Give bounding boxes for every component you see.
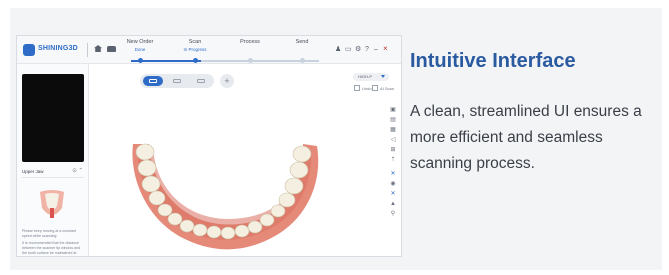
- step-scan[interactable]: Scan In Progress: [175, 39, 215, 52]
- tip-text: It is recommended that the distance betw…: [22, 241, 81, 255]
- camera-preview: [22, 74, 84, 162]
- toolbar-icon[interactable]: ◉: [387, 180, 399, 188]
- step-dot: [138, 58, 143, 63]
- left-panel: Upper Jaw ⊙ ⌃ Please keep moving at a co…: [17, 64, 89, 256]
- feature-headline: Intuitive Interface: [410, 50, 576, 72]
- scanner-icon[interactable]: [107, 46, 116, 52]
- bite-icon: [197, 79, 205, 83]
- step-process[interactable]: Process: [230, 39, 270, 45]
- toolbar-icon[interactable]: ✕: [387, 190, 399, 198]
- panel-header: Upper Jaw ⊙ ⌃: [22, 168, 84, 178]
- dropdown-value: HIGH-P: [358, 74, 372, 79]
- section-title: Upper Jaw: [22, 169, 44, 174]
- upper-jaw-icon: [149, 79, 157, 83]
- person-icon[interactable]: ♟: [335, 46, 341, 53]
- tip-text: Please keep moving at a constant speed w…: [22, 229, 76, 238]
- step-status: Done: [134, 47, 146, 52]
- step-name: New Order: [126, 39, 154, 45]
- collapse-icon[interactable]: ⊙ ⌃: [72, 168, 83, 174]
- feature-card: SHINING3D New Order Done Scan In Progres…: [10, 8, 662, 270]
- checkbox-undo[interactable]: Undo: [354, 85, 372, 91]
- view-toggle-bite[interactable]: [191, 76, 211, 86]
- toolbar-icon[interactable]: ▦: [387, 126, 399, 134]
- view-toggle-lower[interactable]: [167, 76, 187, 86]
- dental-arch-3d-model: [132, 143, 319, 250]
- toolbar-icon[interactable]: ✕: [387, 170, 399, 178]
- toolbar-icon[interactable]: ⚲: [387, 210, 399, 218]
- step-send[interactable]: Send: [282, 39, 322, 45]
- jaw-thumbnail-icon: [40, 190, 64, 218]
- step-name: Scan: [188, 39, 202, 45]
- brand-name: SHINING3D: [38, 45, 78, 52]
- title-bar: SHINING3D New Order Done Scan In Progres…: [17, 36, 401, 64]
- divider: [87, 43, 88, 57]
- app-screenshot: SHINING3D New Order Done Scan In Progres…: [16, 35, 402, 257]
- checkbox-ai-scan[interactable]: AI Scan: [372, 85, 394, 91]
- toolbar-icon[interactable]: ▲: [387, 200, 399, 208]
- scan-tips: Please keep moving at a constant speed w…: [22, 229, 86, 256]
- view-toggle-group: [140, 74, 214, 88]
- toolbar-icon[interactable]: ⊞: [387, 146, 399, 154]
- feature-description: A clean, streamlined UI ensures a more e…: [410, 103, 642, 172]
- add-button[interactable]: +: [220, 74, 234, 88]
- app-logo-icon: [23, 44, 35, 56]
- scan-mode-dropdown[interactable]: HIGH-P: [353, 73, 389, 81]
- toolbar-icon[interactable]: ▣: [387, 106, 399, 114]
- chevron-down-icon: [381, 75, 385, 78]
- screen-icon[interactable]: ▭: [345, 46, 352, 53]
- view-toggle-upper[interactable]: [143, 76, 163, 86]
- close-icon[interactable]: ×: [383, 45, 388, 53]
- step-name: Send: [295, 39, 309, 45]
- toolbar-icon[interactable]: ⇡: [387, 156, 399, 164]
- minimize-icon[interactable]: –: [374, 46, 378, 53]
- step-dot: [193, 58, 198, 63]
- step-dot: [248, 58, 253, 63]
- step-name: Process: [240, 39, 260, 45]
- help-icon[interactable]: ?: [365, 46, 369, 53]
- lower-jaw-icon: [173, 79, 181, 83]
- step-new-order[interactable]: New Order Done: [120, 39, 160, 52]
- toolbar-icon[interactable]: ▤: [387, 116, 399, 124]
- step-dot: [300, 58, 305, 63]
- gear-icon[interactable]: ⚙: [355, 46, 361, 53]
- home-icon[interactable]: [94, 45, 102, 52]
- step-status: In Progress: [183, 47, 207, 52]
- toolbar-icon[interactable]: ◁: [387, 136, 399, 144]
